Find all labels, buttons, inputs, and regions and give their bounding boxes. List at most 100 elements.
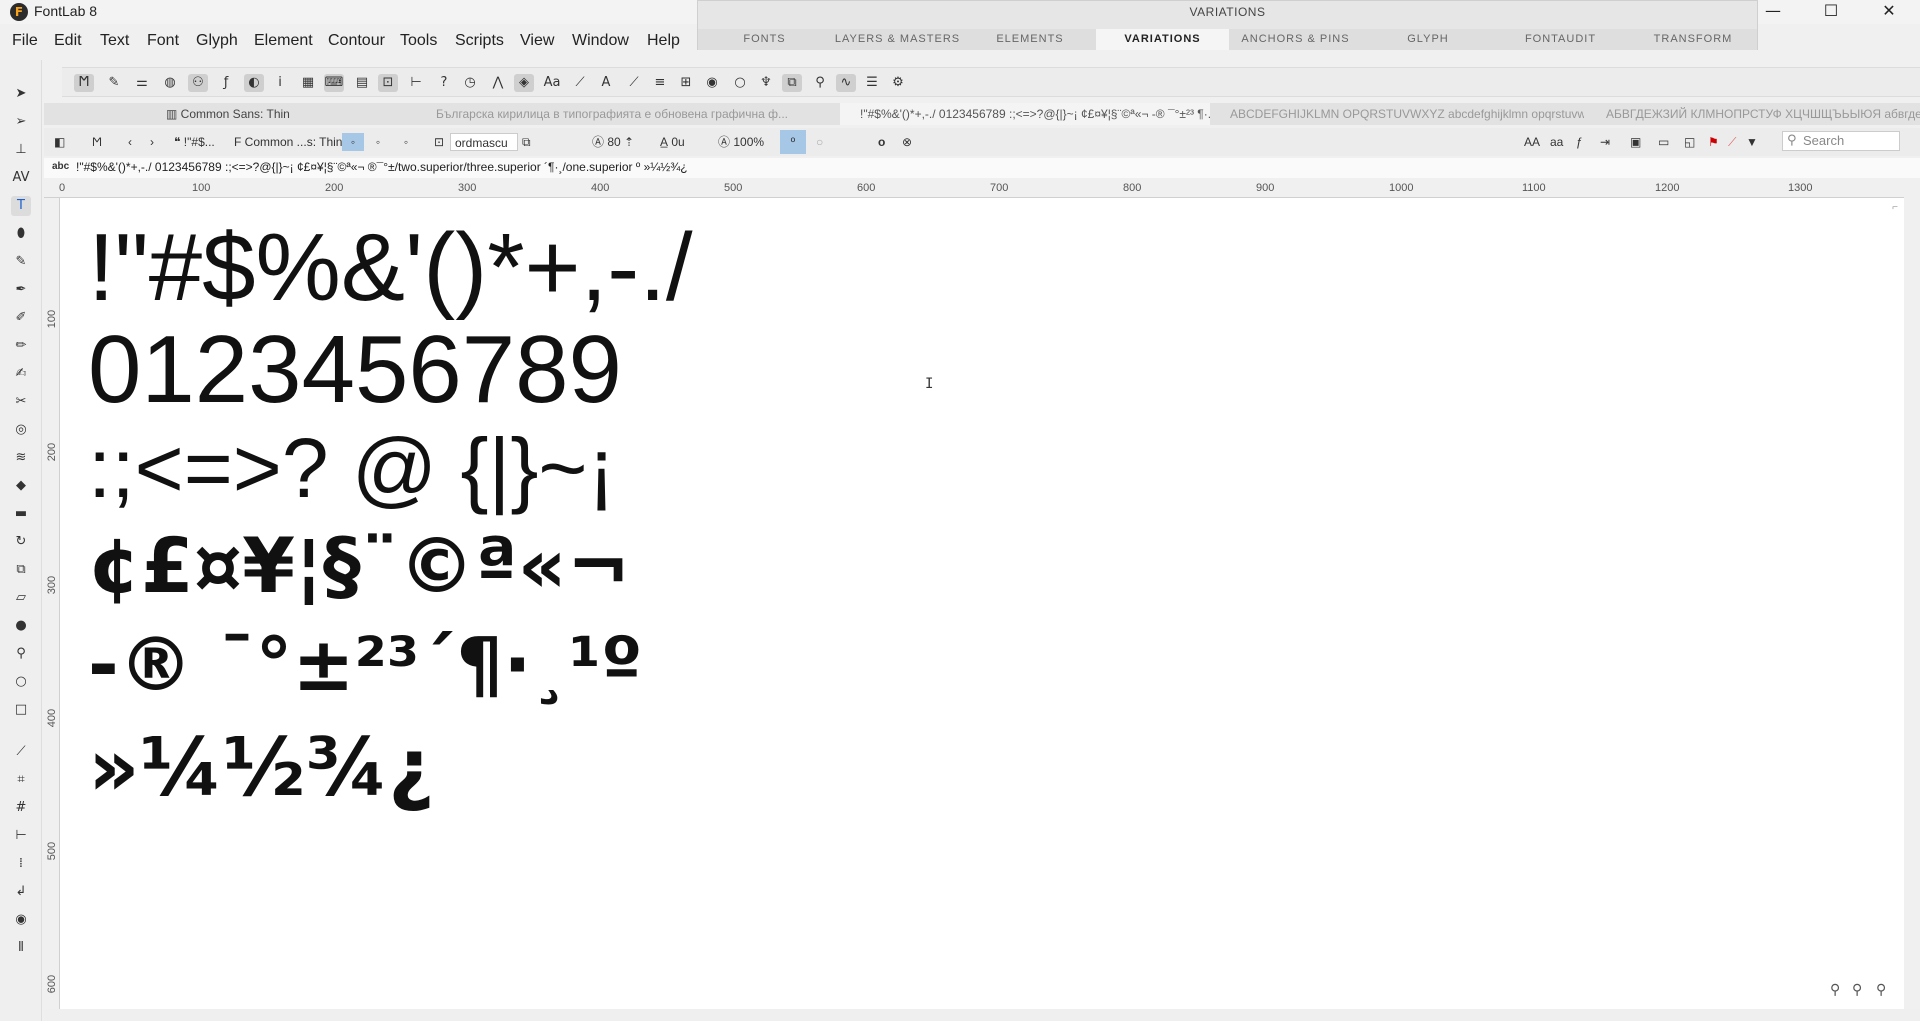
brush-icon[interactable]: ✎ bbox=[104, 74, 124, 92]
scale-icon[interactable]: ⧉ bbox=[11, 560, 31, 580]
ruler-tool-icon[interactable]: ▬ bbox=[11, 504, 31, 524]
prev-arrow-icon[interactable]: ‹ bbox=[128, 133, 132, 151]
baseline-control[interactable]: A̲ 0u bbox=[660, 133, 685, 151]
ruler-icon[interactable]: ⟋ bbox=[570, 74, 590, 92]
tab-elements[interactable]: ELEMENTS bbox=[964, 29, 1096, 50]
zoom-fit-icon[interactable]: ⚲ bbox=[1852, 982, 1862, 998]
table-icon[interactable]: ▤ bbox=[352, 74, 372, 92]
doctab-latin-text[interactable]: ABCDEFGHIJKLMN OPQRSTUVWXYZ abcdefghijkl… bbox=[1214, 103, 1584, 125]
view-mode-3-icon[interactable]: ◱ bbox=[1684, 133, 1695, 151]
glyph-text-canvas[interactable]: !"#$%&'()*+,-./ 0123456789 :;<=>? @ {|}~… bbox=[60, 198, 1904, 1009]
eyedropper-icon[interactable]: ⚲ bbox=[11, 644, 31, 664]
waves-icon[interactable]: ∿ bbox=[836, 74, 856, 92]
settings-icon[interactable]: ⚙ bbox=[888, 74, 908, 92]
rapid-pen-icon[interactable]: ✐ bbox=[11, 308, 31, 328]
menu-file[interactable]: File bbox=[12, 32, 38, 50]
hook-icon[interactable]: ↲ bbox=[11, 882, 31, 902]
kerning-tool-icon[interactable]: AV bbox=[11, 168, 31, 188]
menu-help[interactable]: Help bbox=[647, 32, 680, 50]
lower-aa-icon[interactable]: aa bbox=[1550, 133, 1563, 151]
menu-view[interactable]: View bbox=[520, 32, 554, 50]
wrap-icon[interactable]: ⇥ bbox=[1600, 133, 1610, 151]
knife-icon[interactable]: ⟋ bbox=[624, 74, 644, 92]
menu-contour[interactable]: Contour bbox=[328, 32, 385, 50]
help-icon[interactable]: ? bbox=[434, 74, 454, 92]
pencil-icon[interactable]: ✏ bbox=[11, 336, 31, 356]
aa-icon[interactable]: Aa bbox=[542, 74, 562, 92]
keyboard-icon[interactable]: ⌨ bbox=[324, 74, 344, 92]
info-icon[interactable]: i bbox=[270, 74, 290, 92]
close-button[interactable]: ✕ bbox=[1866, 0, 1912, 24]
lock-icon[interactable]: ⊡ bbox=[434, 133, 444, 151]
flag-icon[interactable]: ⚑ bbox=[1708, 133, 1719, 151]
master-dot-1[interactable]: ◦ bbox=[342, 133, 364, 151]
doctab-cyrillic-text[interactable]: АБВГДЕЖЗИЙ КЛМНОПРСТУФ ХЦЧШЩЪЬЫЮЯ абвгде… bbox=[1590, 103, 1920, 125]
font-switch-icon[interactable]: Ϻ bbox=[92, 133, 102, 151]
scissors-icon[interactable]: ✂ bbox=[11, 392, 31, 412]
menu-font[interactable]: Font bbox=[147, 32, 179, 50]
active-glyph-badge[interactable]: º bbox=[780, 130, 806, 154]
tab-anchors-pins[interactable]: ANCHORS & PINS bbox=[1229, 29, 1362, 50]
search-input[interactable]: ⚲ Search bbox=[1782, 131, 1900, 151]
font-selector[interactable]: F Common ...s: Thin bbox=[234, 133, 342, 151]
pen-icon[interactable]: ✒ bbox=[11, 280, 31, 300]
align-icon[interactable]: ≡ bbox=[650, 74, 670, 92]
color-slash-icon[interactable]: ⟋ bbox=[1728, 133, 1736, 151]
kerning-icon[interactable]: ⋀ bbox=[488, 74, 508, 92]
eye-icon[interactable]: ◉ bbox=[702, 74, 722, 92]
master-dot-3[interactable]: ◦ bbox=[398, 133, 414, 151]
doctab-font-window[interactable]: ▥ Common Sans: Thin bbox=[166, 103, 466, 125]
tab-fontaudit[interactable]: FONTAUDIT bbox=[1494, 29, 1627, 50]
grid-tool-icon[interactable]: # bbox=[11, 798, 31, 818]
menu-tools[interactable]: Tools bbox=[400, 32, 437, 50]
brush-tool-icon[interactable]: ✎ bbox=[11, 252, 31, 272]
contrast-icon[interactable]: ◐ bbox=[244, 74, 264, 92]
link-icon[interactable]: ⊗ bbox=[902, 133, 912, 151]
spiral-icon[interactable]: ◎ bbox=[11, 420, 31, 440]
view-mode-2-icon[interactable]: ▭ bbox=[1658, 133, 1669, 151]
dots-grid-icon[interactable]: ⁞ bbox=[11, 854, 31, 874]
palette-icon[interactable]: ◍ bbox=[160, 74, 180, 92]
text-source-selector[interactable]: ❝ !"#$... bbox=[174, 133, 215, 151]
text-bar-input[interactable]: !"#$%&'()*+,-./ 0123456789 :;<=>?@{|}~¡ … bbox=[76, 160, 688, 174]
aaa-icon[interactable]: ⊞ bbox=[676, 74, 696, 92]
menu-glyph[interactable]: Glyph bbox=[196, 32, 238, 50]
fraction-icon[interactable]: ƒ bbox=[1576, 133, 1583, 151]
eraser-icon[interactable]: ⬮ bbox=[11, 224, 31, 244]
sidebar-toggle-icon[interactable]: ◧ bbox=[54, 133, 65, 151]
tab-variations[interactable]: VARIATIONS bbox=[1096, 29, 1229, 50]
transform-icon[interactable]: ⧉ bbox=[782, 74, 802, 92]
power-brush-icon[interactable]: ≋ bbox=[11, 448, 31, 468]
filter-dropdown-icon[interactable]: ▼ bbox=[1746, 133, 1758, 151]
guide-icon[interactable]: ⟋ bbox=[11, 742, 31, 762]
maximize-button[interactable]: ☐ bbox=[1808, 0, 1854, 24]
rotate-icon[interactable]: ↻ bbox=[11, 532, 31, 552]
pointer-icon[interactable]: ➤ bbox=[11, 84, 31, 104]
checklist-icon[interactable]: ☰ bbox=[862, 74, 882, 92]
menu-edit[interactable]: Edit bbox=[54, 32, 82, 50]
tab-transform[interactable]: TRANSFORM bbox=[1627, 29, 1759, 50]
fill-icon[interactable]: ◆ bbox=[11, 476, 31, 496]
pen-nib-icon[interactable]: ♆ bbox=[756, 74, 776, 92]
view-mode-1-icon[interactable]: ▣ bbox=[1630, 133, 1641, 151]
menu-scripts[interactable]: Scripts bbox=[455, 32, 504, 50]
lasso-icon[interactable]: ○ bbox=[730, 74, 750, 92]
blob-icon[interactable]: ● bbox=[11, 616, 31, 636]
doctab-bulgarian-text[interactable]: Българска кирилица в типографията е обно… bbox=[436, 103, 836, 125]
sliders-icon[interactable]: ⚌ bbox=[132, 74, 152, 92]
color-wheel-icon[interactable]: ◉ bbox=[11, 910, 31, 930]
calligraphy-icon[interactable]: ✍ bbox=[11, 364, 31, 384]
menu-element[interactable]: Element bbox=[254, 32, 313, 50]
zoom-in-icon[interactable]: ⚲ bbox=[1876, 982, 1886, 998]
menu-window[interactable]: Window bbox=[572, 32, 629, 50]
clock-icon[interactable]: ◷ bbox=[460, 74, 480, 92]
serif-f-icon[interactable]: ƒ bbox=[216, 74, 236, 92]
caps-aa-icon[interactable]: AA bbox=[1524, 133, 1540, 151]
tab-layers-masters[interactable]: LAYERS & MASTERS bbox=[831, 29, 964, 50]
font-mode-icon[interactable]: Ϻ bbox=[74, 74, 94, 92]
text-tool-icon[interactable]: T bbox=[11, 196, 31, 216]
menu-text[interactable]: Text bbox=[100, 32, 129, 50]
zoom-out-icon[interactable]: ⚲ bbox=[1830, 982, 1840, 998]
bars-icon[interactable]: ⦀ bbox=[11, 938, 31, 958]
layers-icon[interactable]: ◈ bbox=[514, 74, 534, 92]
